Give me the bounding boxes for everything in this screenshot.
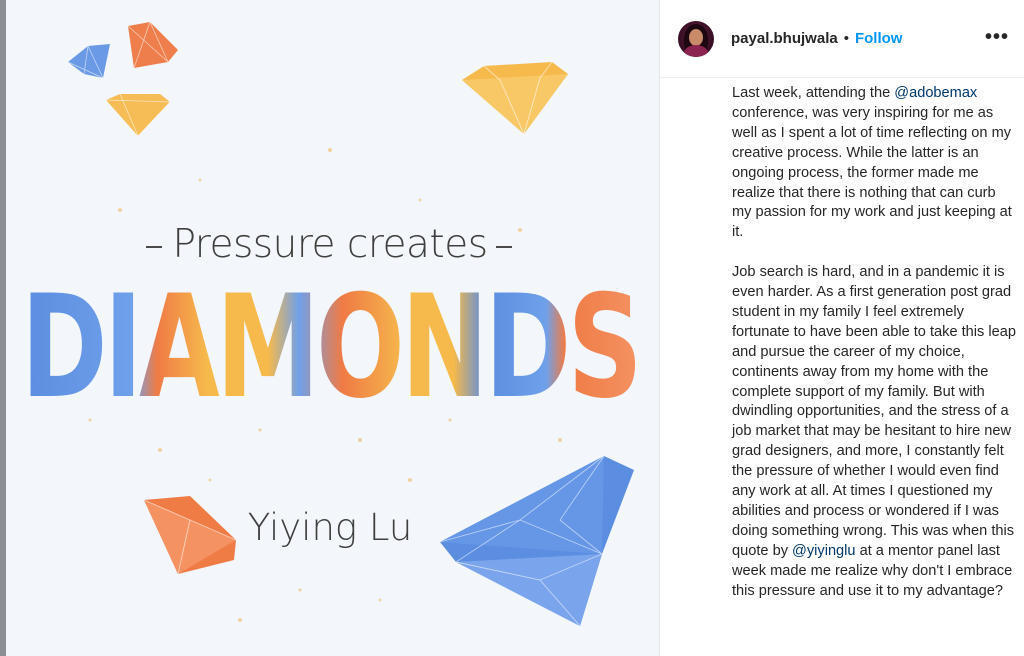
separator-dot: • xyxy=(843,30,849,47)
diamonds-title: DIAMONDS xyxy=(21,265,644,412)
post-caption: Last week, attending the @adobemax confe… xyxy=(660,78,1024,602)
username-link[interactable]: payal.bhujwala xyxy=(731,30,838,47)
post-image: Pressure creates DIAMONDS Yiying Lu xyxy=(0,0,659,656)
caption-paragraph-1: Last week, attending the @adobemax confe… xyxy=(732,84,1017,243)
mention-adobemax-link[interactable]: @adobemax xyxy=(894,85,977,101)
small-blue-diamond-icon xyxy=(67,44,110,79)
more-options-icon[interactable]: ••• xyxy=(985,26,1009,49)
yellow-diamond-icon xyxy=(462,61,568,136)
blue-diamond-icon xyxy=(439,455,634,627)
svg-text:DIAMONDS: DIAMONDS xyxy=(21,265,639,412)
orange-diamond-icon xyxy=(143,496,237,575)
small-yellow-diamond-icon xyxy=(105,93,171,137)
follow-button[interactable]: Follow xyxy=(855,30,903,47)
quote-line-1: Pressure creates xyxy=(172,222,488,267)
window-edge xyxy=(0,0,6,656)
post-header: payal.bhujwala • Follow ••• xyxy=(660,0,1024,78)
caption-text: conference, was very inspiring for me as… xyxy=(732,104,1012,241)
mention-yiyinglu-link[interactable]: @yiyinglu xyxy=(792,543,855,559)
caption-paragraph-2: Job search is hard, and in a pandemic it… xyxy=(732,263,1017,601)
small-orange-diamond-icon xyxy=(127,20,178,69)
post-sidebar: payal.bhujwala • Follow ••• Last week, a… xyxy=(659,0,1024,656)
caption-text: Last week, attending the xyxy=(732,85,895,101)
caption-text: Job search is hard, and in a pandemic it… xyxy=(732,264,1016,559)
author-name: Yiying Lu xyxy=(247,506,413,549)
avatar[interactable] xyxy=(678,20,714,57)
